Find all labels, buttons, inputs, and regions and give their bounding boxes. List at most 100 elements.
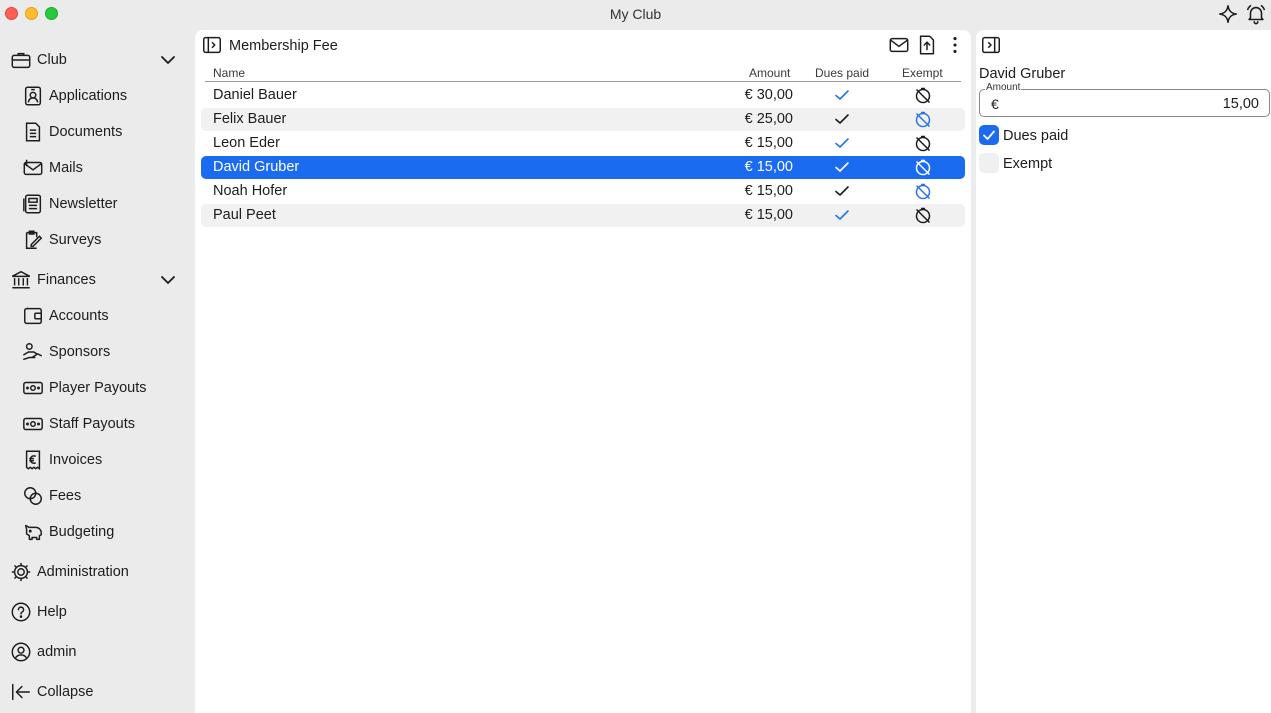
mail-icon[interactable] bbox=[888, 34, 910, 56]
table-row[interactable]: Leon Eder € 15,00 bbox=[201, 132, 965, 155]
sidebar-item-label: Staff Payouts bbox=[49, 416, 135, 432]
list-title: Membership Fee bbox=[229, 38, 338, 54]
title-bar: My Club bbox=[0, 0, 1271, 28]
sidebar-item-label: Collapse bbox=[37, 684, 94, 700]
exempt-off-icon bbox=[914, 87, 932, 105]
sidebar-item-label: Mails bbox=[49, 160, 83, 176]
sidebar-item-surveys[interactable]: Surveys bbox=[21, 227, 101, 253]
currency-symbol: € bbox=[991, 96, 999, 112]
exempt-checkbox[interactable] bbox=[979, 153, 999, 173]
checkmark-icon bbox=[834, 208, 850, 222]
sidebar-item-user[interactable]: admin bbox=[9, 639, 77, 665]
detail-member-name: David Gruber bbox=[979, 66, 1066, 82]
member-amount: € 15,00 bbox=[744, 135, 793, 151]
sidebar-item-accounts[interactable]: Accounts bbox=[21, 303, 109, 329]
briefcase-icon bbox=[9, 48, 33, 72]
handshake-icon bbox=[21, 340, 45, 364]
coins-icon bbox=[21, 484, 45, 508]
sidebar-item-invoices[interactable]: Invoices bbox=[21, 447, 102, 473]
column-header-dues-paid[interactable]: Dues paid bbox=[815, 66, 869, 80]
table-row[interactable]: Paul Peet € 15,00 bbox=[201, 204, 965, 227]
sidebar-item-label: Administration bbox=[37, 564, 129, 580]
sidebar-item-label: admin bbox=[37, 644, 77, 660]
banknote-icon bbox=[21, 412, 45, 436]
sidebar-item-label: Applications bbox=[49, 88, 128, 104]
member-name: David Gruber bbox=[213, 159, 300, 175]
fee-list-panel: Membership Fee Name Amount Dues paid Exe… bbox=[195, 30, 971, 713]
amount-field-label: Amount bbox=[985, 82, 1022, 93]
collapse-left-icon bbox=[9, 680, 33, 704]
table-row-selected[interactable]: David Gruber € 15,00 bbox=[201, 156, 965, 179]
user-circle-icon bbox=[9, 640, 33, 664]
sidebar-item-label: Accounts bbox=[49, 308, 109, 324]
member-name: Daniel Bauer bbox=[213, 87, 297, 103]
toggle-sidebar-icon[interactable] bbox=[201, 34, 223, 56]
sidebar-item-documents[interactable]: Documents bbox=[21, 119, 122, 145]
table-row[interactable]: Felix Bauer € 25,00 bbox=[201, 108, 965, 131]
sparkle-icon[interactable] bbox=[1217, 3, 1239, 25]
sidebar-item-label: Finances bbox=[37, 272, 96, 288]
exempt-off-icon bbox=[914, 207, 932, 225]
sidebar-item-label: Invoices bbox=[49, 452, 103, 468]
column-header-name[interactable]: Name bbox=[213, 66, 245, 80]
sidebar-collapse-button[interactable]: Collapse bbox=[9, 679, 93, 705]
checkmark-icon bbox=[834, 184, 850, 198]
exempt-off-icon bbox=[914, 183, 932, 201]
sidebar-item-player-payouts[interactable]: Player Payouts bbox=[21, 375, 147, 401]
amount-value[interactable]: 15,00 bbox=[1223, 96, 1259, 112]
sidebar-item-label: Help bbox=[37, 604, 67, 620]
id-badge-icon bbox=[21, 84, 45, 108]
help-icon bbox=[9, 600, 33, 624]
column-header-exempt[interactable]: Exempt bbox=[902, 66, 943, 80]
export-icon[interactable] bbox=[916, 34, 938, 56]
exempt-off-icon bbox=[914, 159, 932, 177]
toggle-detail-panel-icon[interactable] bbox=[980, 34, 1002, 56]
gear-icon bbox=[9, 560, 33, 584]
sidebar-item-administration[interactable]: Administration bbox=[9, 559, 129, 585]
sidebar-item-label: Documents bbox=[49, 124, 123, 140]
euro-receipt-icon bbox=[21, 448, 45, 472]
member-name: Felix Bauer bbox=[213, 111, 287, 127]
document-icon bbox=[21, 120, 45, 144]
more-options-icon[interactable] bbox=[944, 34, 966, 56]
banknote-icon bbox=[21, 376, 45, 400]
amount-field[interactable]: Amount € 15,00 bbox=[979, 82, 1270, 117]
exempt-label: Exempt bbox=[1003, 156, 1053, 172]
sidebar-item-club[interactable]: Club bbox=[9, 47, 67, 73]
mail-icon bbox=[21, 156, 45, 180]
table-row[interactable]: Noah Hofer € 15,00 bbox=[201, 180, 965, 203]
sidebar-item-help[interactable]: Help bbox=[9, 599, 67, 625]
sidebar-item-label: Newsletter bbox=[49, 196, 118, 212]
sidebar-item-label: Sponsors bbox=[49, 344, 111, 360]
sidebar-item-finances[interactable]: Finances bbox=[9, 267, 96, 293]
sidebar-item-newsletter[interactable]: Newsletter bbox=[21, 191, 118, 217]
column-header-amount[interactable]: Amount bbox=[749, 66, 790, 80]
chevron-down-icon[interactable] bbox=[160, 52, 176, 68]
sidebar-item-label: Budgeting bbox=[49, 524, 115, 540]
sidebar-item-fees[interactable]: Fees bbox=[21, 483, 81, 509]
list-toolbar: Membership Fee bbox=[195, 30, 971, 62]
bell-icon[interactable] bbox=[1245, 3, 1267, 25]
bank-icon bbox=[9, 268, 33, 292]
member-amount: € 30,00 bbox=[744, 87, 793, 103]
member-amount: € 15,00 bbox=[744, 183, 793, 199]
member-amount: € 15,00 bbox=[744, 207, 793, 223]
sidebar-item-budgeting[interactable]: Budgeting bbox=[21, 519, 114, 545]
member-amount: € 15,00 bbox=[744, 159, 793, 175]
detail-panel: David Gruber Amount € 15,00 Dues paid Ex… bbox=[976, 30, 1271, 713]
sidebar-item-label: Surveys bbox=[49, 232, 102, 248]
sidebar-item-staff-payouts[interactable]: Staff Payouts bbox=[21, 411, 135, 437]
checkmark-icon bbox=[834, 88, 850, 102]
table-row[interactable]: Daniel Bauer € 30,00 bbox=[201, 84, 965, 107]
sidebar-item-applications[interactable]: Applications bbox=[21, 83, 127, 109]
newspaper-icon bbox=[21, 192, 45, 216]
member-name: Leon Eder bbox=[213, 135, 280, 151]
exempt-off-icon bbox=[914, 135, 932, 153]
dues-paid-checkbox[interactable] bbox=[979, 125, 999, 145]
sidebar-item-mails[interactable]: Mails bbox=[21, 155, 83, 181]
checkmark-icon bbox=[834, 112, 850, 126]
sidebar-item-sponsors[interactable]: Sponsors bbox=[21, 339, 110, 365]
chevron-down-icon[interactable] bbox=[160, 272, 176, 288]
header-divider bbox=[205, 81, 961, 82]
window-title: My Club bbox=[609, 6, 662, 22]
